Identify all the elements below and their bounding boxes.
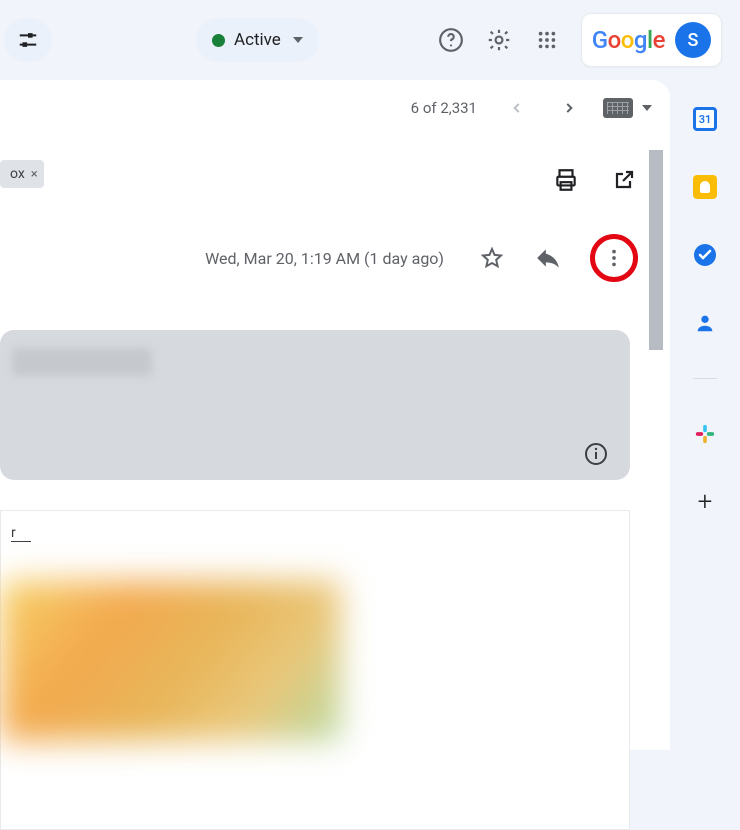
annotation-highlight-circle [590,234,638,282]
more-actions-button[interactable] [600,244,628,272]
contacts-icon [694,312,716,334]
chevron-right-icon [562,101,576,115]
plus-icon: + [698,487,713,517]
message-pane: 6 of 2,331 ox × Wed, Mar 20, 1:19 AM (1 … [0,80,670,750]
divider [693,378,717,379]
calendar-app-button[interactable]: 31 [692,106,718,132]
add-app-button[interactable]: + [692,489,718,515]
filter-button[interactable] [4,18,52,62]
slack-app-button[interactable] [692,421,718,447]
gear-icon [486,27,512,53]
support-button[interactable] [437,26,465,54]
tasks-app-button[interactable] [692,242,718,268]
message-body: r [0,510,630,830]
message-summary-block [0,330,630,480]
prev-message-button[interactable] [499,90,535,126]
status-label: Active [234,30,281,50]
chevron-down-icon [642,105,652,111]
account-chip[interactable]: Google S [581,13,722,67]
redacted-image [1,581,341,741]
input-method-selector[interactable] [603,98,652,118]
settings-button[interactable] [485,26,513,54]
body-link[interactable]: r [11,525,31,542]
tasks-icon [693,243,717,267]
calendar-icon: 31 [693,107,717,131]
tune-icon [17,29,39,51]
chevron-down-icon [293,37,303,43]
reply-button[interactable] [534,244,562,272]
message-timestamp: Wed, Mar 20, 1:19 AM (1 day ago) [205,249,444,268]
info-button[interactable] [582,440,610,468]
keyboard-icon [603,98,633,118]
next-message-button[interactable] [551,90,587,126]
print-icon [553,167,579,193]
contacts-app-button[interactable] [692,310,718,336]
print-button[interactable] [552,166,580,194]
help-icon [438,27,464,53]
label-text: ox [10,166,25,182]
redacted-text [12,348,152,376]
chevron-left-icon [510,101,524,115]
star-icon [480,246,504,270]
avatar[interactable]: S [675,22,711,58]
info-icon [584,442,608,466]
reply-icon [535,245,561,271]
keep-app-button[interactable] [692,174,718,200]
apps-button[interactable] [533,26,561,54]
google-logo: Google [592,26,665,54]
more-vert-icon [603,247,625,269]
open-in-new-icon [612,168,636,192]
keep-icon [693,175,717,199]
apps-grid-icon [536,29,558,51]
open-new-window-button[interactable] [610,166,638,194]
status-selector[interactable]: Active [196,18,319,62]
pagination-text: 6 of 2,331 [411,99,477,117]
star-button[interactable] [478,244,506,272]
status-dot-icon [212,34,225,47]
avatar-initial: S [688,30,699,51]
close-icon[interactable]: × [31,167,38,182]
scrollbar[interactable] [649,150,663,350]
side-panel: 31 + [670,80,740,750]
inbox-label-chip[interactable]: ox × [0,160,44,188]
slack-icon [694,423,716,445]
